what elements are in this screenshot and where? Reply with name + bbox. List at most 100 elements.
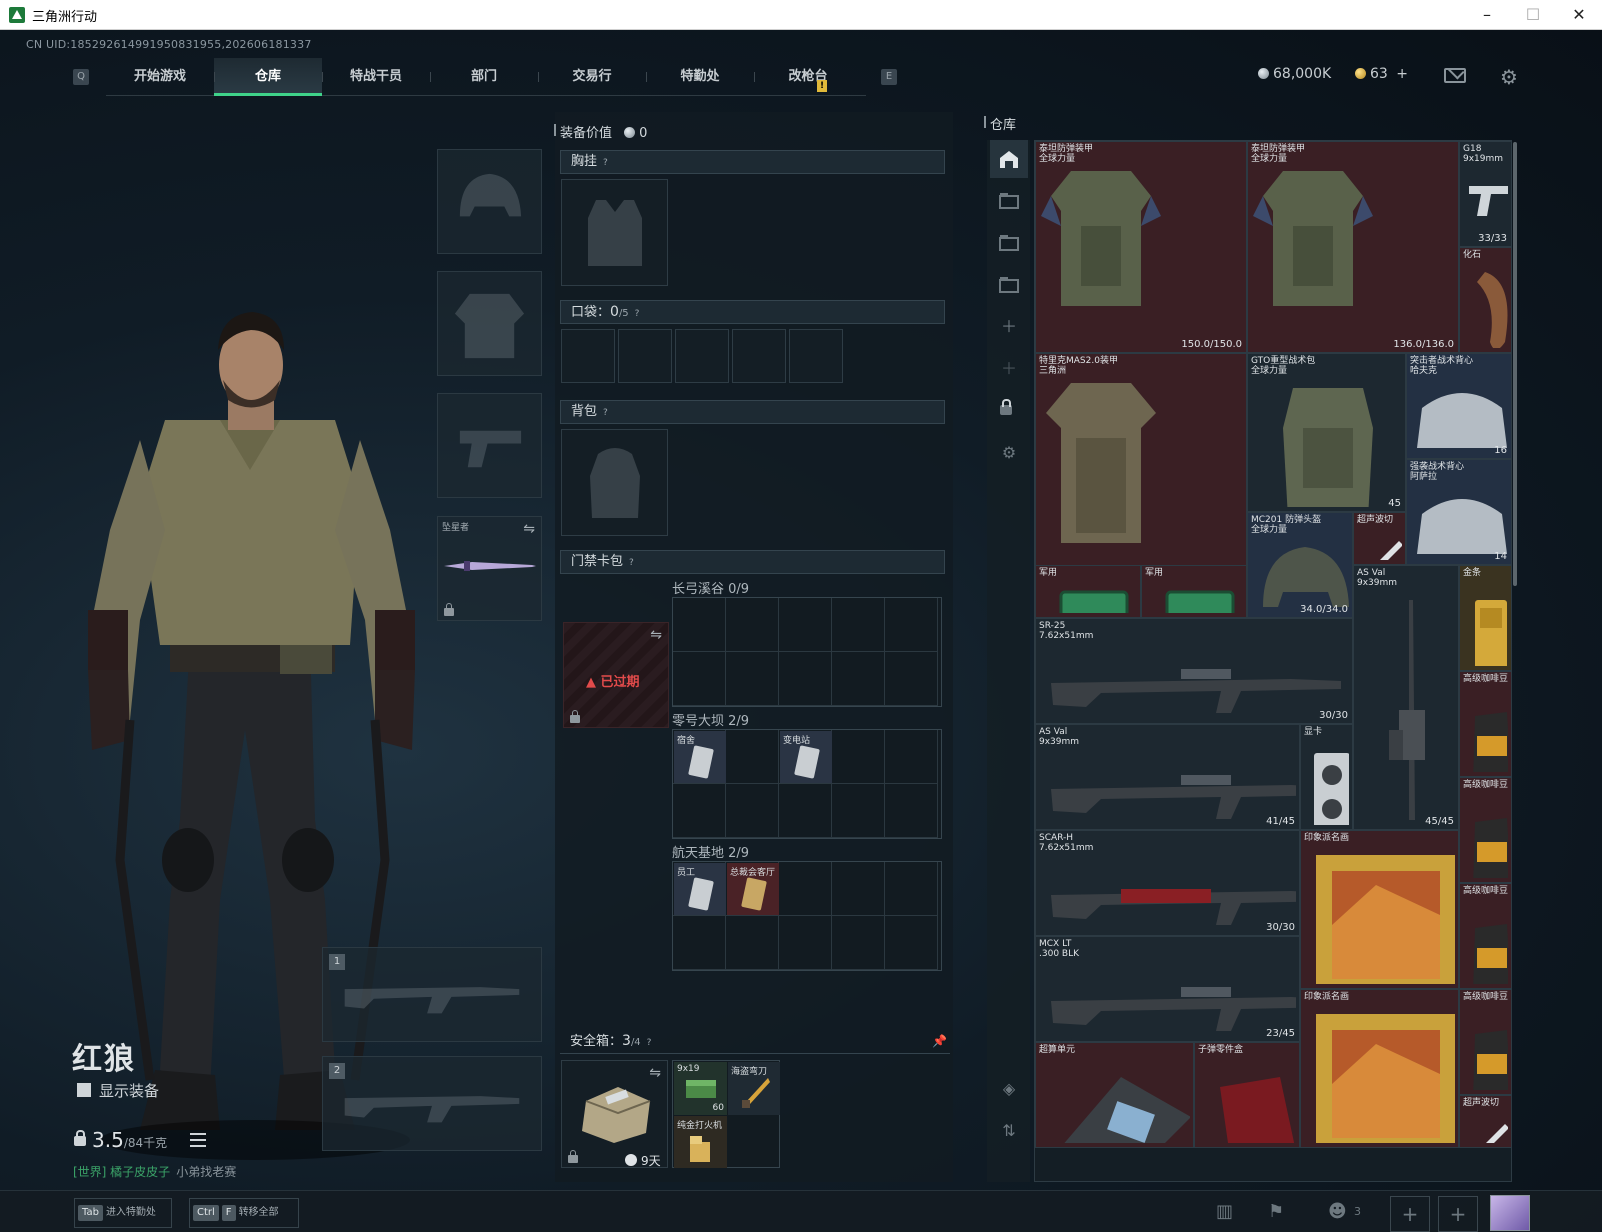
keycard-grid-cell[interactable]	[832, 916, 885, 970]
keycard-grid-cell[interactable]	[832, 862, 885, 916]
backpack-slot[interactable]	[561, 429, 668, 536]
keycard-grid-cell[interactable]	[673, 916, 726, 970]
settings-gear-icon[interactable]: ⚙	[1500, 65, 1518, 89]
warehouse-item[interactable]: 印象派名画	[1300, 830, 1459, 989]
chest-rig-slot[interactable]	[561, 179, 668, 286]
swap-icon[interactable]: ⇋	[649, 1065, 661, 1081]
keycard-grid-spaceport[interactable]: 员工 总裁会客厅	[672, 861, 942, 971]
tab-4[interactable]: 交易行	[538, 58, 646, 96]
keycard-grid-cell[interactable]	[726, 730, 779, 784]
keycard-grid-cell[interactable]	[779, 862, 832, 916]
keycard-grid-cell[interactable]	[726, 598, 779, 652]
warehouse-item[interactable]: 化石	[1459, 247, 1511, 353]
warehouse-item[interactable]: 超声波切	[1353, 512, 1406, 565]
warehouse-tab-all[interactable]	[990, 140, 1028, 178]
tab-6[interactable]: 改枪台	[754, 58, 862, 96]
gold-display[interactable]: 63 +	[1355, 66, 1408, 82]
player-avatar[interactable]	[1490, 1195, 1530, 1231]
warehouse-tab-4[interactable]	[990, 266, 1028, 304]
warehouse-scrollbar[interactable]	[1513, 142, 1517, 586]
keycard-grid-cell[interactable]	[832, 652, 885, 706]
safebox-item-lighter[interactable]: 纯金打火机	[674, 1116, 727, 1168]
warehouse-item[interactable]: 印象派名画	[1300, 989, 1459, 1148]
warehouse-item[interactable]: 高级咖啡豆	[1459, 989, 1511, 1095]
warehouse-item[interactable]: 泰坦防弹装甲 全球力量 150.0/150.0	[1035, 141, 1247, 353]
keycard-grid-cell[interactable]	[673, 652, 726, 706]
warehouse-item[interactable]: 高级咖啡豆	[1459, 883, 1511, 989]
warehouse-item[interactable]: G18 9x19mm 33/33	[1459, 141, 1511, 247]
warehouse-sort-button[interactable]: ⇅	[990, 1112, 1028, 1150]
tab-3[interactable]: 部门	[430, 58, 538, 96]
warehouse-item[interactable]: MC201 防弹头盔 全球力量 34.0/34.0	[1247, 512, 1353, 618]
warehouse-item[interactable]: 显卡	[1300, 724, 1353, 830]
keycard-grid-cell[interactable]	[832, 730, 885, 784]
help-icon[interactable]: ?	[635, 303, 640, 325]
flag-icon[interactable]: ⚑	[1268, 1201, 1284, 1222]
tab-0[interactable]: 开始游戏	[106, 58, 214, 96]
help-icon[interactable]: ?	[647, 1030, 652, 1056]
warehouse-item[interactable]: 强袭战术背心 阿萨拉 14	[1406, 459, 1511, 565]
swap-icon[interactable]: ⇋	[650, 627, 662, 643]
pistol-slot[interactable]	[437, 393, 542, 498]
invite-slot-2[interactable]: +	[1438, 1196, 1478, 1232]
warehouse-item[interactable]: AS Val 9x39mm 45/45	[1353, 565, 1459, 830]
tab-1[interactable]: 仓库	[214, 58, 322, 96]
close-button[interactable]: ✕	[1556, 2, 1602, 28]
keycard-grid-dam[interactable]: 宿舍 变电站	[672, 729, 942, 839]
pocket-slot[interactable]	[732, 329, 786, 383]
warehouse-layers-button[interactable]: ◈	[990, 1070, 1028, 1108]
keycard-item[interactable]: 宿舍	[674, 731, 726, 783]
ammo-item[interactable]: 9x19 60	[674, 1062, 727, 1115]
keycard-grid-cell[interactable]	[885, 916, 938, 970]
keycard-item[interactable]: 员工	[674, 863, 726, 915]
keycard-grid-cell[interactable]	[779, 784, 832, 838]
keycard-case-slot[interactable]: ⇋ ▲ 已过期	[563, 622, 669, 728]
keycard-grid-cell[interactable]	[885, 862, 938, 916]
stats-icon[interactable]: ▥	[1216, 1201, 1233, 1222]
help-icon[interactable]: ?	[603, 402, 608, 424]
warehouse-item[interactable]: 泰坦防弹装甲 全球力量 136.0/136.0	[1247, 141, 1459, 353]
warehouse-item[interactable]: 军用	[1035, 565, 1141, 618]
mail-icon[interactable]	[1444, 68, 1466, 83]
warehouse-tab-2[interactable]	[990, 182, 1028, 220]
team-icon[interactable]: ☻	[1328, 1201, 1347, 1222]
keycard-grid-cell[interactable]	[885, 730, 938, 784]
safebox-grid[interactable]: 9x19 60 海盗弯刀 纯金打火机	[672, 1060, 780, 1168]
primary-weapon-slot-2[interactable]: 2	[322, 1056, 542, 1151]
warehouse-item[interactable]: SCAR-H 7.62x51mm 30/30	[1035, 830, 1300, 936]
warehouse-lock-button[interactable]	[990, 392, 1028, 430]
keycard-grid-cell[interactable]	[779, 916, 832, 970]
warehouse-item[interactable]: 高级咖啡豆	[1459, 671, 1511, 777]
add-gold-button[interactable]: +	[1396, 66, 1408, 82]
help-icon[interactable]: ?	[629, 552, 634, 574]
warehouse-item[interactable]: GTO重型战术包 全球力量 45	[1247, 353, 1406, 512]
swap-icon[interactable]: ⇋	[523, 521, 535, 537]
keycard-grid-cell[interactable]	[885, 598, 938, 652]
warehouse-item[interactable]: 超声波切	[1459, 1095, 1511, 1148]
keycard-item[interactable]: 变电站	[780, 731, 832, 783]
keycard-grid-cell[interactable]	[832, 598, 885, 652]
primary-weapon-slot-1[interactable]: 1	[322, 947, 542, 1042]
keycard-grid-cell[interactable]	[885, 784, 938, 838]
pocket-slot[interactable]	[618, 329, 672, 383]
keycard-item[interactable]: 总裁会客厅	[727, 863, 779, 915]
pocket-slot[interactable]	[561, 329, 615, 383]
warehouse-item[interactable]: 突击者战术背心 哈夫克 16	[1406, 353, 1511, 459]
invite-slot-1[interactable]: +	[1390, 1196, 1430, 1232]
enter-special-ops-hint[interactable]: Tab 进入特勤处	[78, 1201, 156, 1225]
warehouse-grid[interactable]: 泰坦防弹装甲 全球力量 150.0/150.0 泰坦防弹装甲 全球力量 136.0/1…	[1034, 140, 1512, 1182]
minimize-button[interactable]: –	[1464, 2, 1510, 28]
show-equipment-toggle[interactable]: 显示装备	[77, 1080, 159, 1101]
tab-5[interactable]: 特勤处	[646, 58, 754, 96]
warehouse-settings-button[interactable]: ⚙	[990, 434, 1028, 472]
warehouse-tab-3[interactable]	[990, 224, 1028, 262]
pin-icon[interactable]: 📌	[932, 1034, 947, 1048]
keycard-grid-cell[interactable]	[726, 916, 779, 970]
warehouse-item[interactable]: 军用	[1141, 565, 1247, 618]
armor-slot[interactable]	[437, 271, 542, 376]
warehouse-item[interactable]: SR-25 7.62x51mm 30/30	[1035, 618, 1353, 724]
keycard-grid-cell[interactable]	[673, 598, 726, 652]
warehouse-item[interactable]: 金条	[1459, 565, 1511, 671]
keycard-grid-cell[interactable]	[779, 598, 832, 652]
warehouse-item[interactable]: AS Val 9x39mm 41/45	[1035, 724, 1300, 830]
